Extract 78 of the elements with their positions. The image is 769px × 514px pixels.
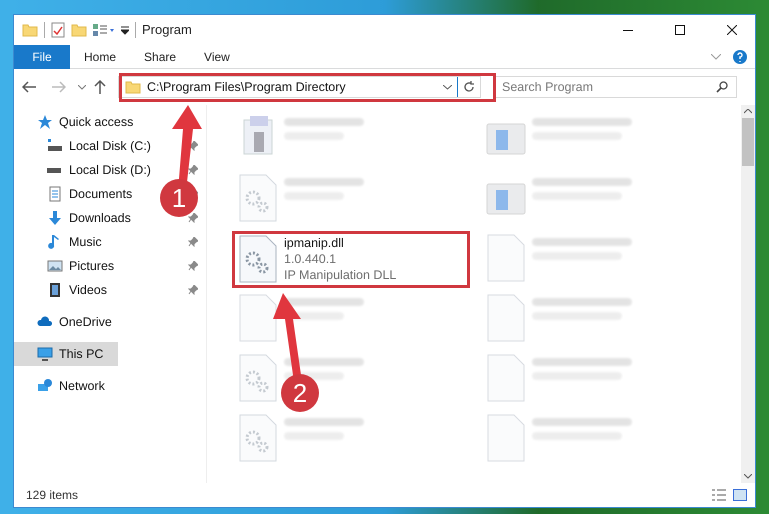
sidebar-item[interactable]: Downloads — [14, 206, 133, 230]
search-field[interactable]: Search Program — [493, 76, 737, 98]
gear-file-icon — [238, 174, 278, 222]
sidebar-label: Pictures — [69, 258, 114, 275]
ribbon-tab[interactable]: Home — [70, 44, 130, 68]
address-bar[interactable]: C:\Program Files\Program Directory — [118, 76, 481, 98]
address-path: C:\Program Files\Program Directory — [147, 78, 346, 96]
help-icon[interactable] — [733, 50, 747, 64]
sidebar-item[interactable]: Documents — [14, 182, 134, 206]
sidebar-label: Network — [59, 378, 105, 395]
scroll-thumb[interactable] — [742, 118, 754, 166]
sidebar-label: Local Disk (D:) — [69, 162, 151, 179]
new-folder-icon — [71, 22, 87, 38]
back-arrow-icon[interactable] — [22, 81, 36, 93]
sidebar-label: Videos — [69, 282, 107, 299]
maximize-icon — [675, 25, 685, 35]
refresh-icon[interactable] — [463, 81, 475, 93]
ribbon-tab[interactable]: View — [190, 44, 244, 68]
gear-file-icon — [238, 235, 278, 283]
file-name: ipmanip.dll — [284, 235, 345, 251]
drive-icon — [47, 168, 61, 172]
large-icons-view-icon[interactable] — [733, 489, 747, 501]
blank-file-icon — [486, 234, 526, 282]
sidebar-item[interactable]: Pictures — [14, 254, 116, 278]
properties-icon[interactable] — [51, 22, 65, 38]
scrollbar[interactable] — [741, 105, 755, 483]
sidebar-item[interactable]: Local Disk (D:) — [14, 158, 153, 182]
step-number: 1 — [160, 179, 198, 217]
close-icon — [727, 25, 737, 35]
sidebar-label: This PC — [59, 346, 104, 363]
step-number: 2 — [281, 374, 319, 412]
sidebar-item[interactable]: Music — [14, 230, 104, 254]
view-options-icon[interactable] — [93, 23, 115, 37]
blank-file-icon — [486, 294, 526, 342]
sidebar-item[interactable]: OneDrive — [14, 310, 114, 334]
network-icon — [37, 378, 53, 394]
dropdown-icon[interactable] — [121, 25, 129, 35]
file-detail: IP Manipulation DLL — [284, 267, 396, 283]
search-input[interactable]: Search Program — [502, 78, 716, 96]
search-icon — [716, 81, 728, 93]
star-icon — [37, 114, 53, 130]
ribbon-tab[interactable]: Share — [130, 44, 190, 68]
item-count: 129 items — [26, 487, 78, 504]
scroll-down-icon[interactable] — [744, 474, 752, 479]
chevron-down-icon[interactable] — [78, 84, 86, 90]
blank-file-icon — [486, 414, 526, 462]
document-icon — [47, 186, 63, 202]
file-item[interactable]: ipmanip.dll 1.0.440.1 IP Manipulation DLL — [232, 231, 470, 288]
sidebar-label: Documents — [69, 186, 132, 203]
sidebar-item[interactable]: Local Disk (C:) — [14, 134, 153, 158]
drive-icon — [47, 138, 63, 154]
scroll-up-icon[interactable] — [744, 109, 752, 114]
file-detail: 1.0.440.1 — [284, 251, 338, 267]
sidebar-label: Downloads — [69, 210, 131, 227]
sidebar-item[interactable]: This PC — [14, 342, 118, 366]
sidebar-label: Music — [69, 234, 102, 251]
sidebar-label: Local Disk (C:) — [69, 138, 151, 155]
sidebar-label: OneDrive — [59, 314, 112, 331]
down-arrow-icon — [47, 210, 63, 226]
up-arrow-icon[interactable] — [94, 80, 106, 94]
sidebar-item[interactable]: Network — [14, 374, 107, 398]
ribbon-tab[interactable]: File — [14, 44, 70, 68]
sidebar-item[interactable]: Videos — [14, 278, 109, 302]
sidebar-item[interactable]: Quick access — [14, 110, 136, 134]
chevron-down-icon[interactable] — [443, 84, 452, 90]
expand-ribbon-icon[interactable] — [711, 54, 721, 60]
sidebar-label: Quick access — [59, 114, 134, 131]
monitor-icon — [37, 346, 53, 362]
film-icon — [47, 282, 63, 298]
blank-file-icon — [486, 354, 526, 402]
gear-file-icon — [238, 414, 278, 462]
gear-file-icon — [238, 354, 278, 402]
folder-icon — [125, 79, 141, 95]
window-title: Program — [142, 21, 192, 40]
folder-icon — [22, 22, 38, 38]
picture-icon — [47, 258, 63, 274]
details-view-icon[interactable] — [711, 489, 727, 501]
blank-file-icon — [238, 294, 278, 342]
